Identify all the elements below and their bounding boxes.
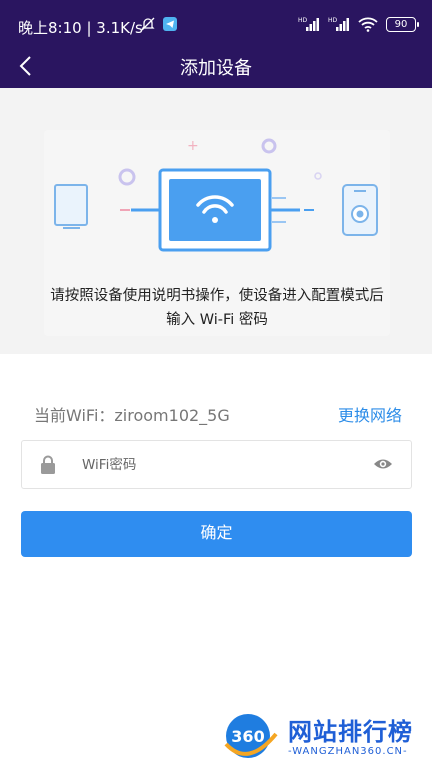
mute-icon (141, 17, 155, 31)
status-right-icons: HD HD 90 (298, 16, 419, 32)
decor-circle (314, 172, 322, 180)
telegram-icon (163, 17, 177, 31)
phone-icon (342, 184, 378, 236)
eye-icon[interactable] (373, 457, 393, 471)
current-wifi-label: 当前WiFi：ziroom102_5G (34, 406, 230, 425)
decor-plus: + (187, 138, 199, 154)
signal-icon-2: HD (328, 17, 349, 31)
watermark-subtitle: -WANGZHAN360.CN- (288, 746, 408, 757)
lock-icon (41, 455, 55, 474)
signal-icon: HD (298, 17, 319, 31)
watermark: 360 网站排行榜 -WANGZHAN360.CN- (218, 704, 432, 768)
wifi-password-field[interactable] (21, 440, 412, 489)
add-device-screen: 晚上8:10 | 3.1K/s HD HD 90 添加设备 + 请按照设备使用说… (0, 0, 432, 768)
watermark-title: 网站排行榜 (288, 718, 413, 746)
confirm-button[interactable]: 确定 (21, 511, 412, 557)
status-notification-icons (140, 16, 178, 32)
current-wifi-row: 当前WiFi：ziroom102_5G 更换网络 (34, 400, 402, 426)
router-icon (54, 184, 88, 229)
status-bar: 晚上8:10 | 3.1K/s HD HD 90 (0, 0, 432, 44)
decor-circle (261, 138, 277, 154)
svg-text:HD: HD (328, 17, 338, 24)
wifi-status-icon (358, 17, 378, 32)
setup-illustration-area: + 请按照设备使用说明书操作，使设备进入配置模式后输入 Wi-Fi 密码 (0, 88, 432, 354)
change-network-link[interactable]: 更换网络 (338, 402, 402, 426)
battery-indicator: 90 (386, 16, 419, 32)
setup-illustration: + (54, 138, 378, 252)
top-bar: 晚上8:10 | 3.1K/s HD HD 90 添加设备 (0, 0, 432, 88)
header: 添加设备 (0, 44, 432, 88)
wifi-screen-icon (158, 168, 272, 252)
page-title: 添加设备 (180, 58, 252, 79)
status-time: 晚上8:10 | 3.1K/s (18, 19, 143, 37)
svg-text:360: 360 (231, 727, 264, 746)
setup-instruction-text: 请按照设备使用说明书操作，使设备进入配置模式后输入 Wi-Fi 密码 (50, 288, 384, 328)
svg-text:HD: HD (298, 17, 308, 24)
wifi-password-input[interactable] (82, 451, 362, 479)
decor-circle (118, 168, 136, 186)
watermark-logo: 360 (224, 714, 278, 758)
